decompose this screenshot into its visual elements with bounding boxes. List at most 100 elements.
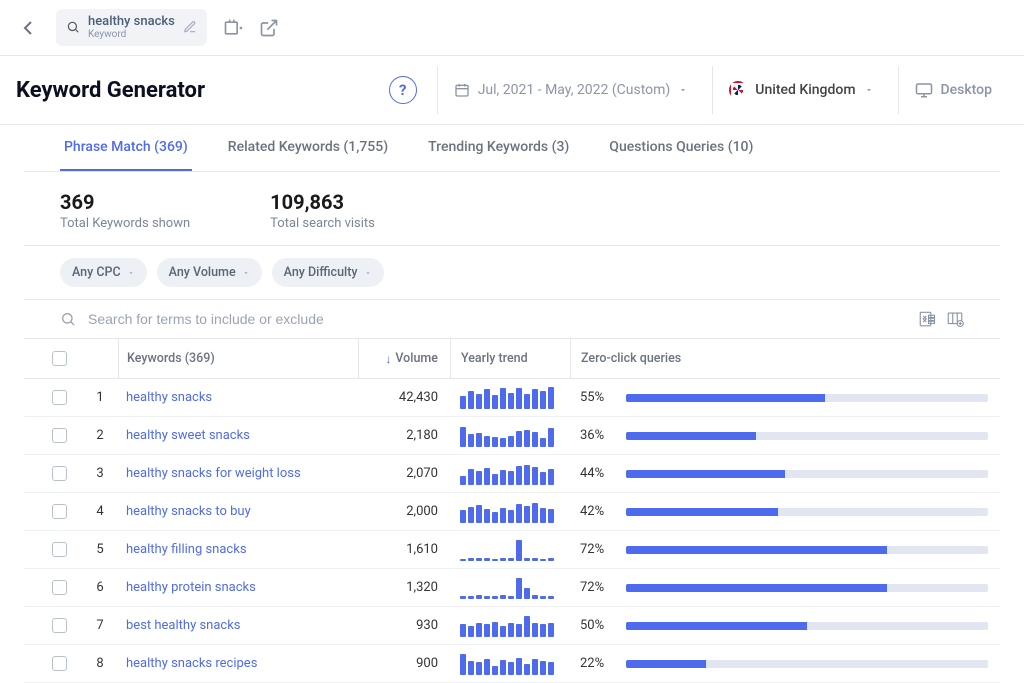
keyword-link[interactable]: healthy protein snacks — [126, 580, 256, 595]
table-row: 2healthy sweet snacks2,18036% — [24, 417, 1000, 455]
tab-2[interactable]: Trending Keywords (3) — [424, 125, 573, 171]
country-selector[interactable]: United Kingdom — [712, 66, 889, 114]
select-all-checkbox[interactable] — [52, 351, 67, 366]
col-header-keywords[interactable]: Keywords (369) — [118, 339, 358, 378]
chevron-down-icon — [864, 85, 874, 95]
filter-difficulty-label: Any Difficulty — [284, 265, 358, 280]
help-icon[interactable]: ? — [389, 76, 417, 104]
table-row: 3 healthy snacks for weight loss 2,070 44% — [24, 455, 1000, 493]
row-zero-click: 44% — [570, 455, 988, 492]
row-zero-click: 50% — [570, 607, 988, 644]
row-volume: 42,430 — [358, 379, 450, 416]
row-index: 4 — [82, 504, 118, 519]
row-trend — [450, 531, 570, 568]
row-zero-click: 72% — [570, 569, 988, 606]
chevron-down-icon — [678, 85, 688, 95]
columns-settings-icon[interactable] — [946, 310, 964, 328]
total-visits-label: Total search visits — [270, 216, 375, 231]
device-text: Desktop — [941, 82, 992, 98]
sort-desc-icon: ↓ — [385, 352, 391, 366]
row-index: 8 — [82, 656, 118, 671]
page-title: Keyword Generator — [16, 78, 205, 103]
keyword-link[interactable]: healthy snacks recipes — [126, 656, 257, 671]
row-checkbox[interactable] — [52, 504, 67, 519]
row-trend — [450, 455, 570, 492]
table-row: 8 healthy snacks recipes 900 22% — [24, 645, 1000, 683]
row-trend — [450, 569, 570, 606]
search-sub: Keyword — [88, 29, 175, 40]
magnify-icon — [66, 20, 80, 34]
device-selector[interactable]: Desktop — [898, 66, 1008, 114]
chevron-down-icon — [242, 269, 250, 277]
search-term: healthy snacks — [88, 15, 175, 29]
row-index: 7 — [82, 618, 118, 633]
keyword-link[interactable]: healthy sweet snacks — [126, 428, 250, 443]
col-header-zero[interactable]: Zero-click queries — [570, 339, 988, 378]
row-trend — [450, 607, 570, 644]
chevron-down-icon — [127, 269, 135, 277]
keyword-link[interactable]: healthy snacks to buy — [126, 504, 251, 519]
row-zero-click: 42% — [570, 493, 988, 530]
table-row: 4 healthy snacks to buy 2,000 42% — [24, 493, 1000, 531]
filter-cpc[interactable]: Any CPC — [60, 258, 147, 287]
row-checkbox[interactable] — [52, 466, 67, 481]
filter-volume-label: Any Volume — [169, 265, 236, 280]
keyword-link[interactable]: healthy snacks — [126, 390, 212, 405]
keyword-link[interactable]: best healthy snacks — [126, 618, 241, 633]
chevron-down-icon — [364, 269, 372, 277]
row-checkbox[interactable] — [52, 656, 67, 671]
row-zero-click: 36% — [570, 417, 988, 454]
row-index: 2 — [82, 428, 118, 443]
row-volume: 930 — [358, 607, 450, 644]
tab-1[interactable]: Related Keywords (1,755) — [224, 125, 392, 171]
calendar-icon — [454, 82, 470, 98]
edit-icon[interactable] — [183, 20, 197, 34]
filter-cpc-label: Any CPC — [72, 265, 121, 280]
row-zero-click: 55% — [570, 379, 988, 416]
row-volume: 900 — [358, 645, 450, 682]
date-range-selector[interactable]: Jul, 2021 - May, 2022 (Custom) — [437, 66, 705, 114]
row-index: 6 — [82, 580, 118, 595]
row-index: 5 — [82, 542, 118, 557]
keyword-link[interactable]: healthy filling snacks — [126, 542, 247, 557]
col-header-trend[interactable]: Yearly trend — [450, 339, 570, 378]
filter-difficulty[interactable]: Any Difficulty — [272, 258, 384, 287]
row-checkbox[interactable] — [52, 390, 67, 405]
table-row: 1 healthy snacks 42,430 55% — [24, 379, 1000, 417]
keyword-link[interactable]: healthy snacks for weight loss — [126, 466, 301, 481]
country-text: United Kingdom — [755, 82, 855, 98]
tab-0[interactable]: Phrase Match (369) — [60, 125, 192, 171]
keyword-search-pill[interactable]: healthy snacks Keyword — [56, 9, 207, 46]
row-trend — [450, 645, 570, 682]
table-row: 5healthy filling snacks1,61072% — [24, 531, 1000, 569]
row-index: 1 — [82, 390, 118, 405]
tab-3[interactable]: Questions Queries (10) — [605, 125, 757, 171]
row-volume: 2,000 — [358, 493, 450, 530]
row-volume: 2,070 — [358, 455, 450, 492]
back-icon[interactable] — [16, 16, 40, 40]
row-checkbox[interactable] — [52, 618, 67, 633]
row-zero-click: 22% — [570, 645, 988, 682]
row-trend — [450, 493, 570, 530]
row-trend — [450, 379, 570, 416]
date-range-text: Jul, 2021 - May, 2022 (Custom) — [478, 82, 671, 98]
row-checkbox[interactable] — [52, 580, 67, 595]
col-header-volume[interactable]: ↓ Volume — [358, 339, 450, 378]
row-volume: 1,320 — [358, 569, 450, 606]
filter-volume[interactable]: Any Volume — [157, 258, 262, 287]
row-trend — [450, 417, 570, 454]
table-search-input[interactable] — [86, 310, 908, 328]
total-visits-value: 109,863 — [270, 190, 375, 214]
compare-icon[interactable] — [223, 18, 243, 38]
export-excel-icon[interactable] — [918, 310, 936, 328]
row-index: 3 — [82, 466, 118, 481]
row-checkbox[interactable] — [52, 428, 67, 443]
open-external-icon[interactable] — [259, 18, 279, 38]
table-row: 7 best healthy snacks 930 50% — [24, 607, 1000, 645]
row-zero-click: 72% — [570, 531, 988, 568]
total-keywords-label: Total Keywords shown — [60, 216, 190, 231]
row-checkbox[interactable] — [52, 542, 67, 557]
table-row: 6 healthy protein snacks 1,320 72% — [24, 569, 1000, 607]
desktop-icon — [915, 81, 933, 99]
total-keywords-value: 369 — [60, 190, 190, 214]
